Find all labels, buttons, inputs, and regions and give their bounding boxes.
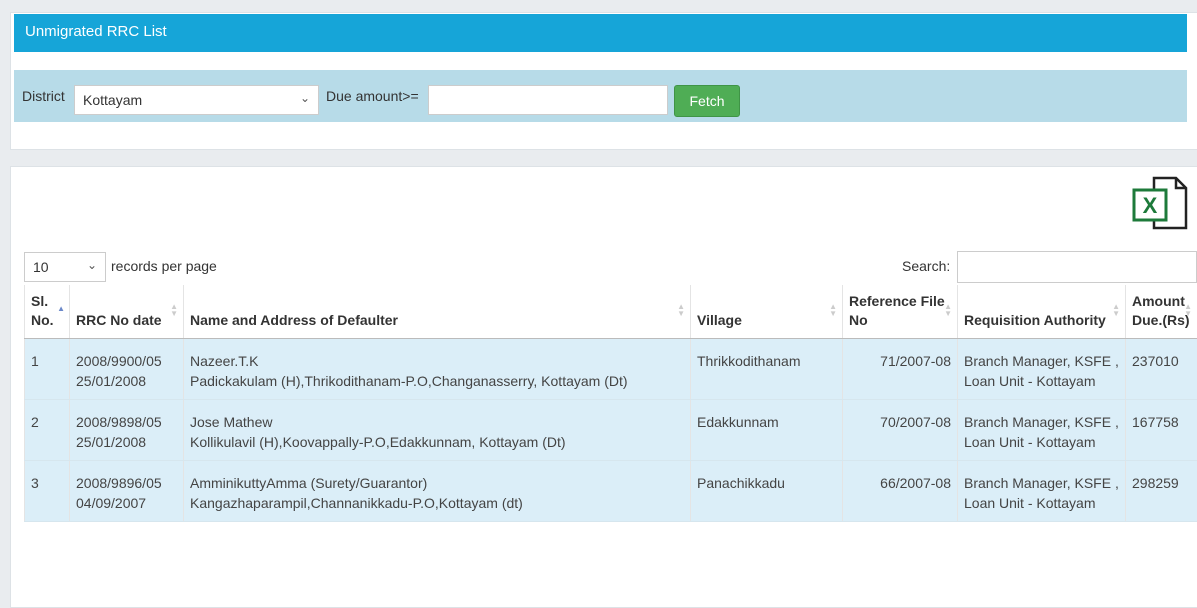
cell-amount-due: 167758 (1126, 400, 1197, 461)
cell-village: Thrikkodithanam (691, 339, 843, 400)
district-select[interactable]: Kottayam ⌄ (74, 85, 319, 115)
col-header-reference-file-no[interactable]: Reference File No ▲▼ (843, 285, 958, 339)
page-length-select[interactable]: 10 ⌄ (24, 252, 106, 282)
rrc-number: 2008/9900/05 (76, 351, 177, 371)
cell-rrc: 2008/9896/0504/09/2007 (70, 461, 184, 522)
defaulter-name: Jose Mathew (190, 412, 684, 432)
sort-icon: ▲▼ (829, 303, 837, 317)
col-header-rrc-no-date[interactable]: RRC No date ▲▼ (70, 285, 184, 339)
cell-sl-no: 3 (25, 461, 70, 522)
table-row[interactable]: 2 2008/9898/0525/01/2008 Jose MathewKoll… (25, 400, 1197, 461)
cell-rrc: 2008/9898/0525/01/2008 (70, 400, 184, 461)
cell-village: Edakkunnam (691, 400, 843, 461)
table-row[interactable]: 3 2008/9896/0504/09/2007 AmminikuttyAmma… (25, 461, 1197, 522)
district-value: Kottayam (83, 92, 142, 108)
search-label: Search: (902, 258, 950, 274)
cell-name-address: Jose MathewKollikulavil (H),Koovappally-… (184, 400, 691, 461)
cell-amount-due: 237010 (1126, 339, 1197, 400)
col-header-requisition-authority[interactable]: Requisition Authority ▲▼ (958, 285, 1126, 339)
col-header-village[interactable]: Village ▲▼ (691, 285, 843, 339)
rrc-number: 2008/9898/05 (76, 412, 177, 432)
fetch-button[interactable]: Fetch (674, 85, 740, 117)
rrc-number: 2008/9896/05 (76, 473, 177, 493)
cell-sl-no: 1 (25, 339, 70, 400)
cell-requisition-authority: Branch Manager, KSFE , Loan Unit - Kotta… (958, 339, 1126, 400)
table-header-row: Sl. No. ▲ RRC No date ▲▼ Name and Addres… (25, 285, 1197, 339)
excel-icon[interactable]: X (1130, 174, 1190, 230)
cell-reference-file-no: 71/2007-08 (843, 339, 958, 400)
sort-icon: ▲▼ (944, 303, 952, 317)
excel-icon-letter: X (1143, 193, 1158, 218)
col-header-name-address[interactable]: Name and Address of Defaulter ▲▼ (184, 285, 691, 339)
cell-rrc: 2008/9900/0525/01/2008 (70, 339, 184, 400)
search-input[interactable] (957, 251, 1197, 283)
cell-requisition-authority: Branch Manager, KSFE , Loan Unit - Kotta… (958, 461, 1126, 522)
chevron-down-icon: ⌄ (300, 91, 310, 105)
defaulter-address: Kollikulavil (H),Koovappally-P.O,Edakkun… (190, 432, 684, 452)
page-length-value: 10 (33, 259, 49, 275)
page-length-label: records per page (111, 258, 217, 274)
defaulter-address: Padickakulam (H),Thrikodithanam-P.O,Chan… (190, 371, 684, 391)
col-header-sl-no[interactable]: Sl. No. ▲ (25, 285, 70, 339)
defaulter-address: Kangazhaparampil,Channanikkadu-P.O,Kotta… (190, 493, 684, 513)
rrc-table: Sl. No. ▲ RRC No date ▲▼ Name and Addres… (24, 285, 1197, 522)
due-amount-label: Due amount>= (326, 88, 419, 104)
sort-asc-icon: ▲ (57, 305, 65, 312)
rrc-date: 25/01/2008 (76, 432, 177, 452)
chevron-down-icon: ⌄ (87, 258, 97, 272)
sort-icon: ▲▼ (677, 303, 685, 317)
sort-icon: ▲▼ (1184, 303, 1192, 317)
cell-requisition-authority: Branch Manager, KSFE , Loan Unit - Kotta… (958, 400, 1126, 461)
district-label: District (22, 88, 65, 104)
cell-village: Panachikkadu (691, 461, 843, 522)
defaulter-name: Nazeer.T.K (190, 351, 684, 371)
rrc-date: 04/09/2007 (76, 493, 177, 513)
table-row[interactable]: 1 2008/9900/0525/01/2008 Nazeer.T.KPadic… (25, 339, 1197, 400)
cell-name-address: AmminikuttyAmma (Surety/Guarantor)Kangaz… (184, 461, 691, 522)
filter-bar: District Kottayam ⌄ Due amount>= Fetch (14, 70, 1187, 122)
cell-amount-due: 298259 (1126, 461, 1197, 522)
sort-icon: ▲▼ (170, 303, 178, 317)
page-title: Unmigrated RRC List (14, 14, 1187, 52)
cell-reference-file-no: 70/2007-08 (843, 400, 958, 461)
cell-name-address: Nazeer.T.KPadickakulam (H),Thrikodithana… (184, 339, 691, 400)
defaulter-name: AmminikuttyAmma (Surety/Guarantor) (190, 473, 684, 493)
cell-sl-no: 2 (25, 400, 70, 461)
col-header-amount-due[interactable]: Amount Due.(Rs) ▲▼ (1126, 285, 1197, 339)
due-amount-input[interactable] (428, 85, 668, 115)
sort-icon: ▲▼ (1112, 303, 1120, 317)
rrc-date: 25/01/2008 (76, 371, 177, 391)
cell-reference-file-no: 66/2007-08 (843, 461, 958, 522)
